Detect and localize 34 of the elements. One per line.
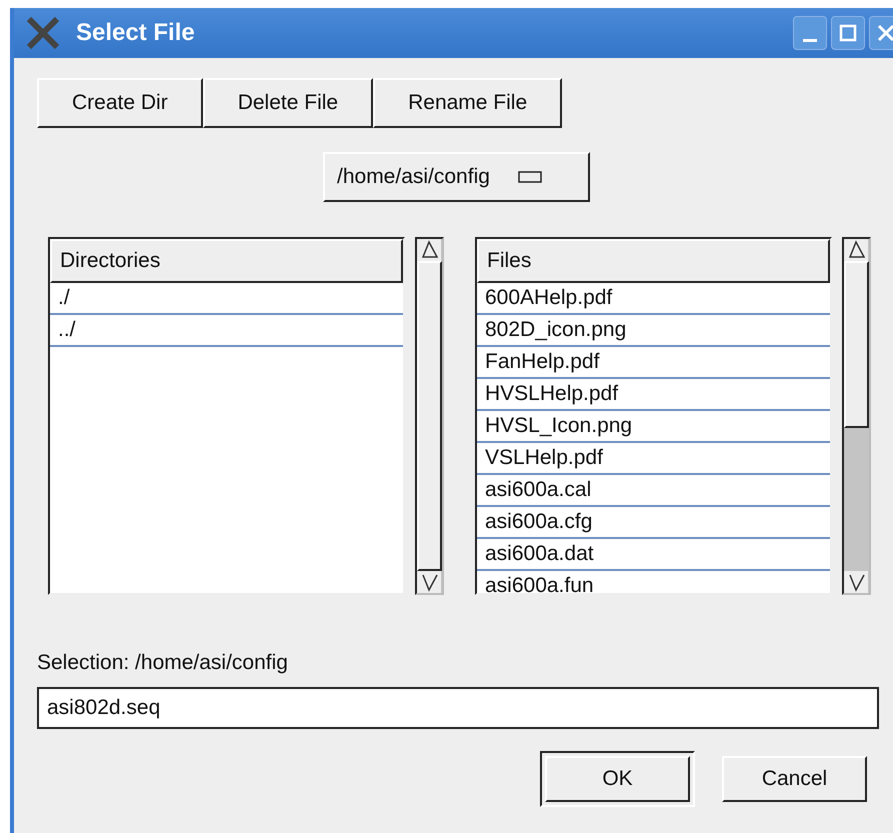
scroll-thumb[interactable] [417,261,442,571]
minimize-icon [803,38,817,42]
list-item[interactable]: asi600a.cal [477,475,830,507]
list-item[interactable]: ./ [50,283,403,315]
minimize-button[interactable] [793,16,827,50]
filename-input[interactable]: asi802d.seq [37,686,879,728]
maximize-button[interactable] [831,16,865,50]
selection-label: Selection: /home/asi/config [37,650,289,676]
maximize-icon [838,23,858,43]
toolbar-button[interactable]: Create Dir [37,78,203,128]
scroll-thumb[interactable] [844,261,869,428]
scrollbar[interactable] [415,237,444,595]
list-item[interactable]: FanHelp.pdf [477,347,830,379]
list-item[interactable]: VSLHelp.pdf [477,443,830,475]
column-header: Files [477,239,830,283]
list-item[interactable]: asi600a.dat [477,539,830,571]
scrollbar[interactable] [842,237,871,595]
list-item[interactable]: asi600a.cfg [477,507,830,539]
list-item[interactable]: 600AHelp.pdf [477,283,830,315]
list-item[interactable]: HVSLHelp.pdf [477,379,830,411]
close-button[interactable] [869,16,893,50]
toolbar-button[interactable]: Delete File [202,78,374,128]
dialog-button[interactable]: OK [540,750,695,806]
list-item[interactable]: HVSL_Icon.png [477,411,830,443]
list-item[interactable]: 802D_icon.png [477,315,830,347]
toolbar-button[interactable]: Rename File [373,78,562,128]
list-item[interactable]: asi600a.fun [477,571,830,593]
option-menu-indicator-icon [518,171,542,183]
window-title: Select File [76,18,195,48]
close-icon [876,23,893,43]
column-header: Directories [50,239,403,283]
x-logo-icon [26,16,60,50]
path-dropdown[interactable]: /home/asi/config [323,152,590,202]
list-item[interactable]: ../ [50,315,403,347]
